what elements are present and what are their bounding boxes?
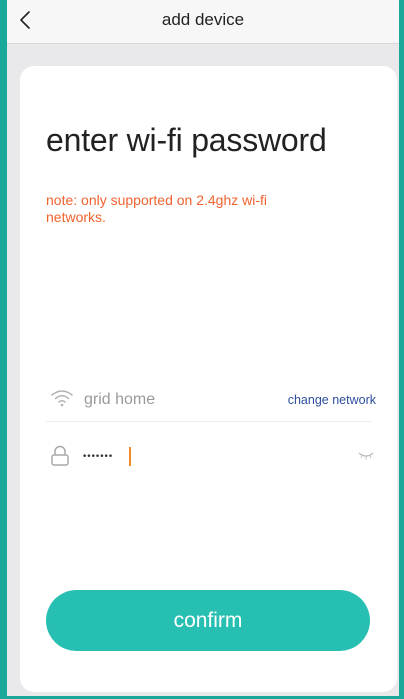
confirm-button[interactable]: confirm — [46, 590, 370, 651]
network-name: grid home — [84, 391, 156, 408]
network-row: grid home change network — [46, 381, 376, 422]
page-title: add device — [161, 10, 245, 29]
network-note: note: only supported on 2.4ghz wi-fi net… — [46, 192, 268, 225]
text-cursor — [129, 447, 131, 466]
eye-closed-icon[interactable] — [358, 448, 374, 466]
content-card: enter wi-fi password note: only supporte… — [20, 66, 397, 692]
change-network-link[interactable]: change network — [288, 393, 376, 407]
password-field[interactable] — [82, 446, 322, 468]
heading: enter wi-fi password — [46, 122, 327, 158]
nav-bar: add device — [7, 0, 399, 44]
lock-icon — [50, 445, 70, 472]
wifi-icon — [50, 388, 74, 413]
password-row — [46, 440, 374, 476]
